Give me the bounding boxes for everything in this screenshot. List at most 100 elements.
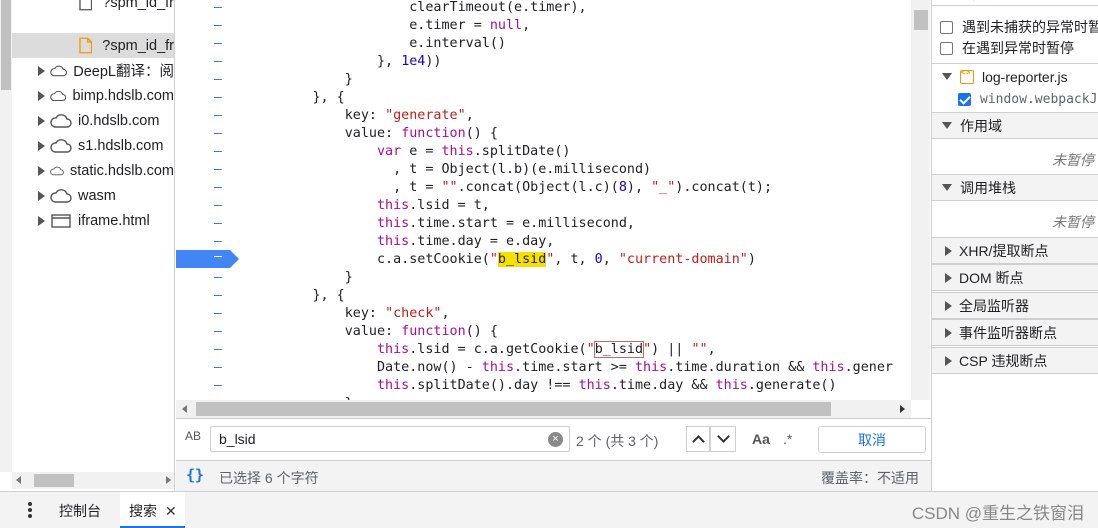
section-scope[interactable]: 作用域 bbox=[932, 112, 1098, 139]
more-options-icon[interactable] bbox=[28, 502, 32, 518]
gutter-line-mark[interactable]: – bbox=[214, 71, 224, 89]
scroll-right-icon[interactable] bbox=[166, 476, 171, 484]
file-tree-scrollbar-thumb[interactable] bbox=[1, 0, 11, 90]
tab-search[interactable]: 搜索 ✕ bbox=[120, 492, 185, 528]
cancel-button[interactable]: 取消 bbox=[818, 426, 926, 453]
code-line[interactable]: }, { bbox=[248, 287, 344, 305]
breakpoints-header[interactable]: 断点 bbox=[932, 0, 1098, 6]
tab-console[interactable]: 控制台 bbox=[59, 501, 101, 521]
editor-vscroll[interactable] bbox=[911, 0, 930, 400]
code-line[interactable]: e.timer = null, bbox=[248, 17, 530, 35]
editor-vscroll-thumb[interactable] bbox=[914, 10, 928, 30]
expand-arrow-icon[interactable] bbox=[38, 65, 45, 76]
expand-arrow-icon[interactable] bbox=[942, 73, 952, 80]
tree-item[interactable]: DeepL翻译：阅 bbox=[12, 58, 174, 83]
code-line[interactable]: key: "generate", bbox=[248, 107, 474, 125]
section-csp-breakpoints[interactable]: CSP 违规断点 bbox=[932, 347, 1098, 374]
clear-search-icon[interactable]: × bbox=[548, 432, 563, 447]
editor-hscroll[interactable] bbox=[176, 400, 911, 418]
gutter-line-mark[interactable]: – bbox=[214, 287, 224, 305]
breakpoint-entry-row[interactable]: window.webpackJ bbox=[958, 88, 1097, 110]
code-line[interactable]: , t = "".concat(Object(l.c)(8), "_").con… bbox=[248, 179, 772, 197]
gutter-line-mark[interactable]: – bbox=[214, 53, 224, 71]
tree-item[interactable]: s1.hdslb.com bbox=[12, 133, 174, 158]
tree-item[interactable]: ?spm_id_fr bbox=[12, 33, 174, 58]
breakpoint-enabled-checkbox[interactable] bbox=[958, 92, 971, 106]
code-line[interactable]: } bbox=[248, 269, 353, 287]
gutter-line-mark[interactable]: – bbox=[214, 305, 224, 323]
regex-button[interactable]: .* bbox=[783, 431, 792, 447]
match-case-button[interactable]: Aa bbox=[752, 431, 770, 447]
tree-item[interactable]: i0.hdslb.com bbox=[12, 108, 174, 133]
scroll-left-icon[interactable] bbox=[16, 476, 21, 484]
code-line[interactable]: clearTimeout(e.timer), bbox=[248, 0, 586, 17]
gutter-line-mark[interactable]: – bbox=[214, 0, 224, 17]
file-tree-hscroll-thumb[interactable] bbox=[34, 474, 74, 487]
pause-uncaught-row[interactable]: 遇到未捕获的异常时暂停 bbox=[940, 16, 1098, 38]
code-line[interactable]: , t = Object(l.b)(e.millisecond) bbox=[248, 161, 651, 179]
section-event-listener-breakpoints[interactable]: 事件监听器断点 bbox=[932, 319, 1098, 346]
expand-arrow-icon[interactable] bbox=[38, 190, 45, 201]
section-dom-breakpoints[interactable]: DOM 断点 bbox=[932, 264, 1098, 291]
code-line[interactable]: var e = this.splitDate() bbox=[248, 143, 571, 161]
code-line[interactable]: this.lsid = c.a.getCookie("b_lsid") || "… bbox=[248, 341, 716, 359]
expand-arrow-icon[interactable] bbox=[38, 215, 45, 226]
gutter-line-mark[interactable]: – bbox=[214, 89, 224, 107]
pause-caught-checkbox[interactable] bbox=[940, 41, 953, 55]
gutter-line-mark[interactable]: – bbox=[214, 377, 224, 395]
gutter-line-mark[interactable]: – bbox=[214, 35, 224, 53]
breakpoint-marker[interactable]: – bbox=[176, 249, 239, 268]
code-line[interactable]: this.time.day = e.day, bbox=[248, 233, 554, 251]
code-line[interactable]: } bbox=[248, 71, 353, 89]
expand-arrow-icon[interactable] bbox=[38, 140, 45, 151]
code-line[interactable]: value: function() { bbox=[248, 125, 498, 143]
search-input[interactable] bbox=[210, 426, 570, 452]
tree-item[interactable]: iframe.html bbox=[12, 208, 174, 233]
gutter-line-mark[interactable]: – bbox=[214, 323, 224, 341]
code-line[interactable]: Date.now() - this.time.start >= this.tim… bbox=[248, 359, 893, 377]
section-xhr-breakpoints[interactable]: XHR/提取断点 bbox=[932, 237, 1098, 264]
file-tree-hscroll[interactable] bbox=[12, 472, 174, 489]
section-global-listeners[interactable]: 全局监听器 bbox=[932, 292, 1098, 319]
code-line[interactable]: }, { bbox=[248, 89, 344, 107]
gutter-line-mark[interactable]: – bbox=[214, 107, 224, 125]
close-tab-icon[interactable]: ✕ bbox=[165, 503, 177, 519]
pause-uncaught-checkbox[interactable] bbox=[940, 20, 953, 34]
code-line[interactable]: value: function() { bbox=[248, 323, 498, 341]
gutter-line-mark[interactable]: – bbox=[214, 161, 224, 179]
tree-item[interactable]: ?spm_id_fr bbox=[12, 0, 174, 15]
pretty-print-icon[interactable]: {} bbox=[186, 466, 204, 484]
gutter-line-mark[interactable]: – bbox=[214, 143, 224, 161]
gutter-line-mark[interactable]: – bbox=[214, 359, 224, 377]
editor-hscroll-thumb[interactable] bbox=[196, 402, 831, 416]
tree-item[interactable]: wasm bbox=[12, 183, 174, 208]
code-line[interactable]: this.lsid = t, bbox=[248, 197, 490, 215]
match-case-toggle-icon[interactable]: AB bbox=[185, 429, 201, 443]
next-match-button[interactable] bbox=[710, 426, 736, 452]
code-line[interactable]: this.splitDate().day !== this.time.day &… bbox=[248, 377, 837, 395]
gutter-line-mark[interactable]: – bbox=[214, 125, 224, 143]
expand-arrow-icon[interactable] bbox=[38, 90, 45, 101]
coverage-info[interactable]: 覆盖率：不适用 bbox=[821, 468, 919, 488]
code-line[interactable]: key: "check", bbox=[248, 305, 450, 323]
gutter-line-mark[interactable]: – bbox=[214, 341, 224, 359]
tree-item[interactable]: static.hdslb.com bbox=[12, 158, 174, 183]
code-line[interactable]: this.time.start = e.millisecond, bbox=[248, 215, 635, 233]
pause-caught-row[interactable]: 在遇到异常时暂停 bbox=[940, 37, 1074, 59]
gutter-line-mark[interactable]: – bbox=[214, 197, 224, 215]
tree-item[interactable]: bimp.hdslb.com bbox=[12, 83, 174, 108]
code-line[interactable]: }, 1e4)) bbox=[248, 53, 442, 71]
expand-arrow-icon[interactable] bbox=[38, 165, 45, 176]
code-editor[interactable]: –––––––––––––––––––––– clearTimeout(e.ti… bbox=[176, 0, 930, 418]
scroll-right-icon[interactable] bbox=[900, 405, 905, 413]
section-call-stack[interactable]: 调用堆栈 bbox=[932, 174, 1098, 201]
breakpoint-file-row[interactable]: log-reporter.js bbox=[932, 63, 1098, 89]
gutter-line-mark[interactable]: – bbox=[214, 17, 224, 35]
code-line[interactable]: c.a.setCookie("b_lsid", t, 0, "current-d… bbox=[248, 251, 756, 269]
file-tree-scrollbar[interactable] bbox=[0, 0, 12, 472]
gutter-line-mark[interactable]: – bbox=[214, 215, 224, 233]
previous-match-button[interactable] bbox=[686, 426, 710, 452]
gutter-line-mark[interactable]: – bbox=[214, 179, 224, 197]
expand-arrow-icon[interactable] bbox=[38, 115, 45, 126]
gutter-line-mark[interactable]: – bbox=[214, 269, 224, 287]
